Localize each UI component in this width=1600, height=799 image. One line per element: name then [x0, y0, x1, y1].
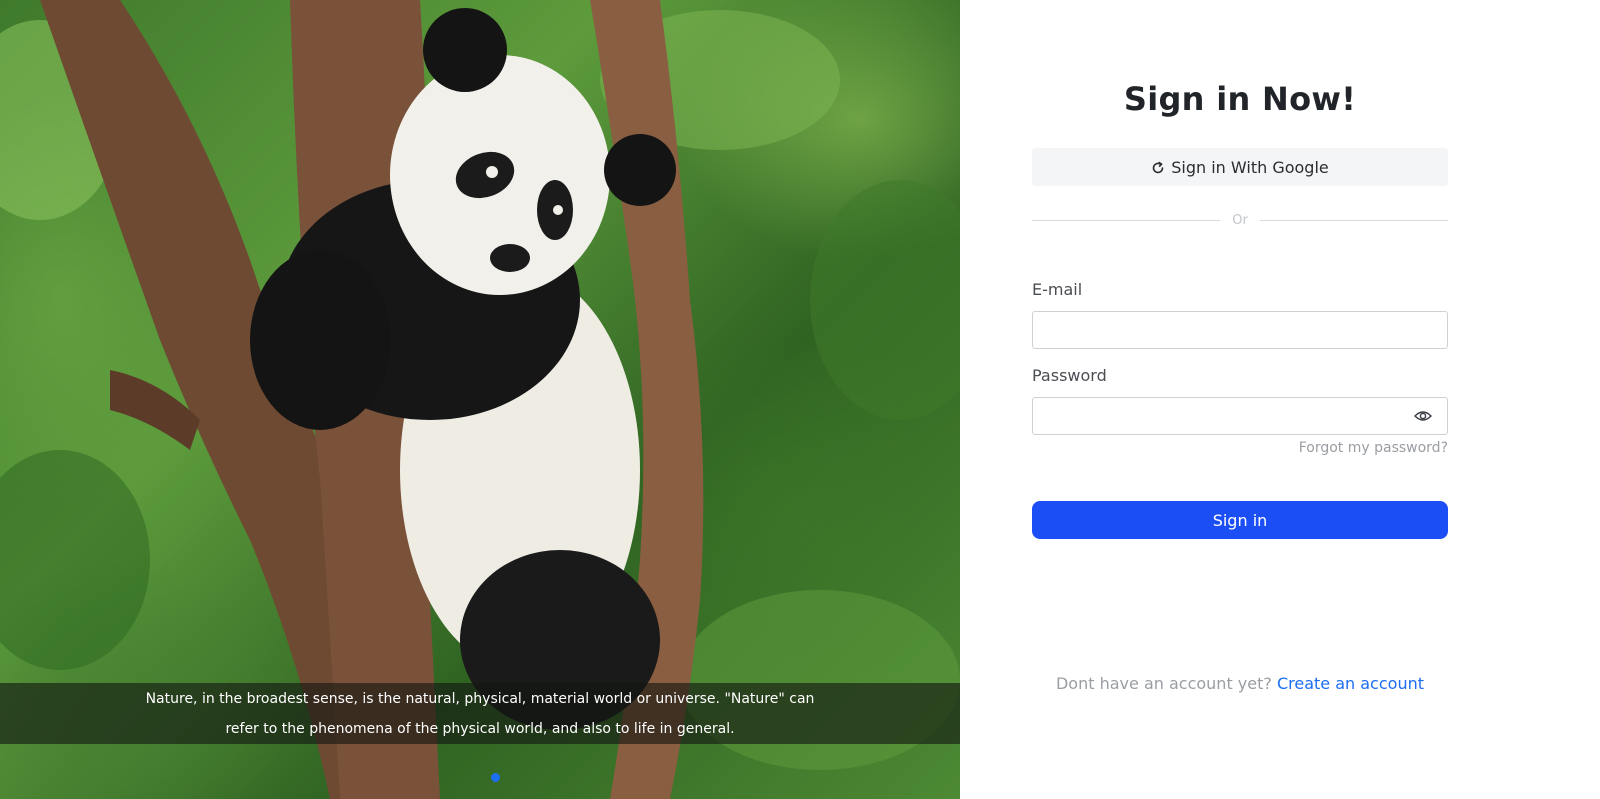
divider-line-right: [1259, 219, 1449, 221]
hero-image: [0, 0, 960, 799]
email-label: E-mail: [1032, 280, 1083, 299]
refresh-icon: [1151, 160, 1165, 174]
signup-prompt-text: Dont have an account yet?: [1055, 674, 1272, 693]
google-signin-label: Sign in With Google: [1171, 157, 1329, 177]
google-signin-button[interactable]: Sign in With Google: [1032, 148, 1448, 186]
signup-prompt: Dont have an account yet? Create an acco…: [1032, 674, 1448, 693]
carousel-caption: Nature, in the broadest sense, is the na…: [0, 683, 960, 744]
divider-line-left: [1032, 219, 1221, 221]
password-field[interactable]: [1032, 397, 1448, 435]
signin-panel: Sign in Now! Sign in With Google Or E-ma…: [960, 0, 1600, 799]
forgot-password-link[interactable]: Forgot my password?: [1299, 440, 1448, 456]
or-divider: Or: [1032, 210, 1449, 230]
hero-panel: Nature, in the broadest sense, is the na…: [0, 0, 960, 799]
carousel-indicator-active[interactable]: [491, 773, 500, 782]
eye-icon[interactable]: [1414, 408, 1432, 424]
create-account-link[interactable]: Create an account: [1277, 674, 1424, 693]
signin-button[interactable]: Sign in: [1032, 501, 1448, 539]
page-title: Sign in Now!: [1123, 80, 1357, 118]
divider-text: Or: [1232, 212, 1248, 228]
email-field[interactable]: [1032, 311, 1448, 349]
caption-text: Nature, in the broadest sense, is the na…: [145, 690, 815, 737]
password-label: Password: [1032, 366, 1107, 385]
